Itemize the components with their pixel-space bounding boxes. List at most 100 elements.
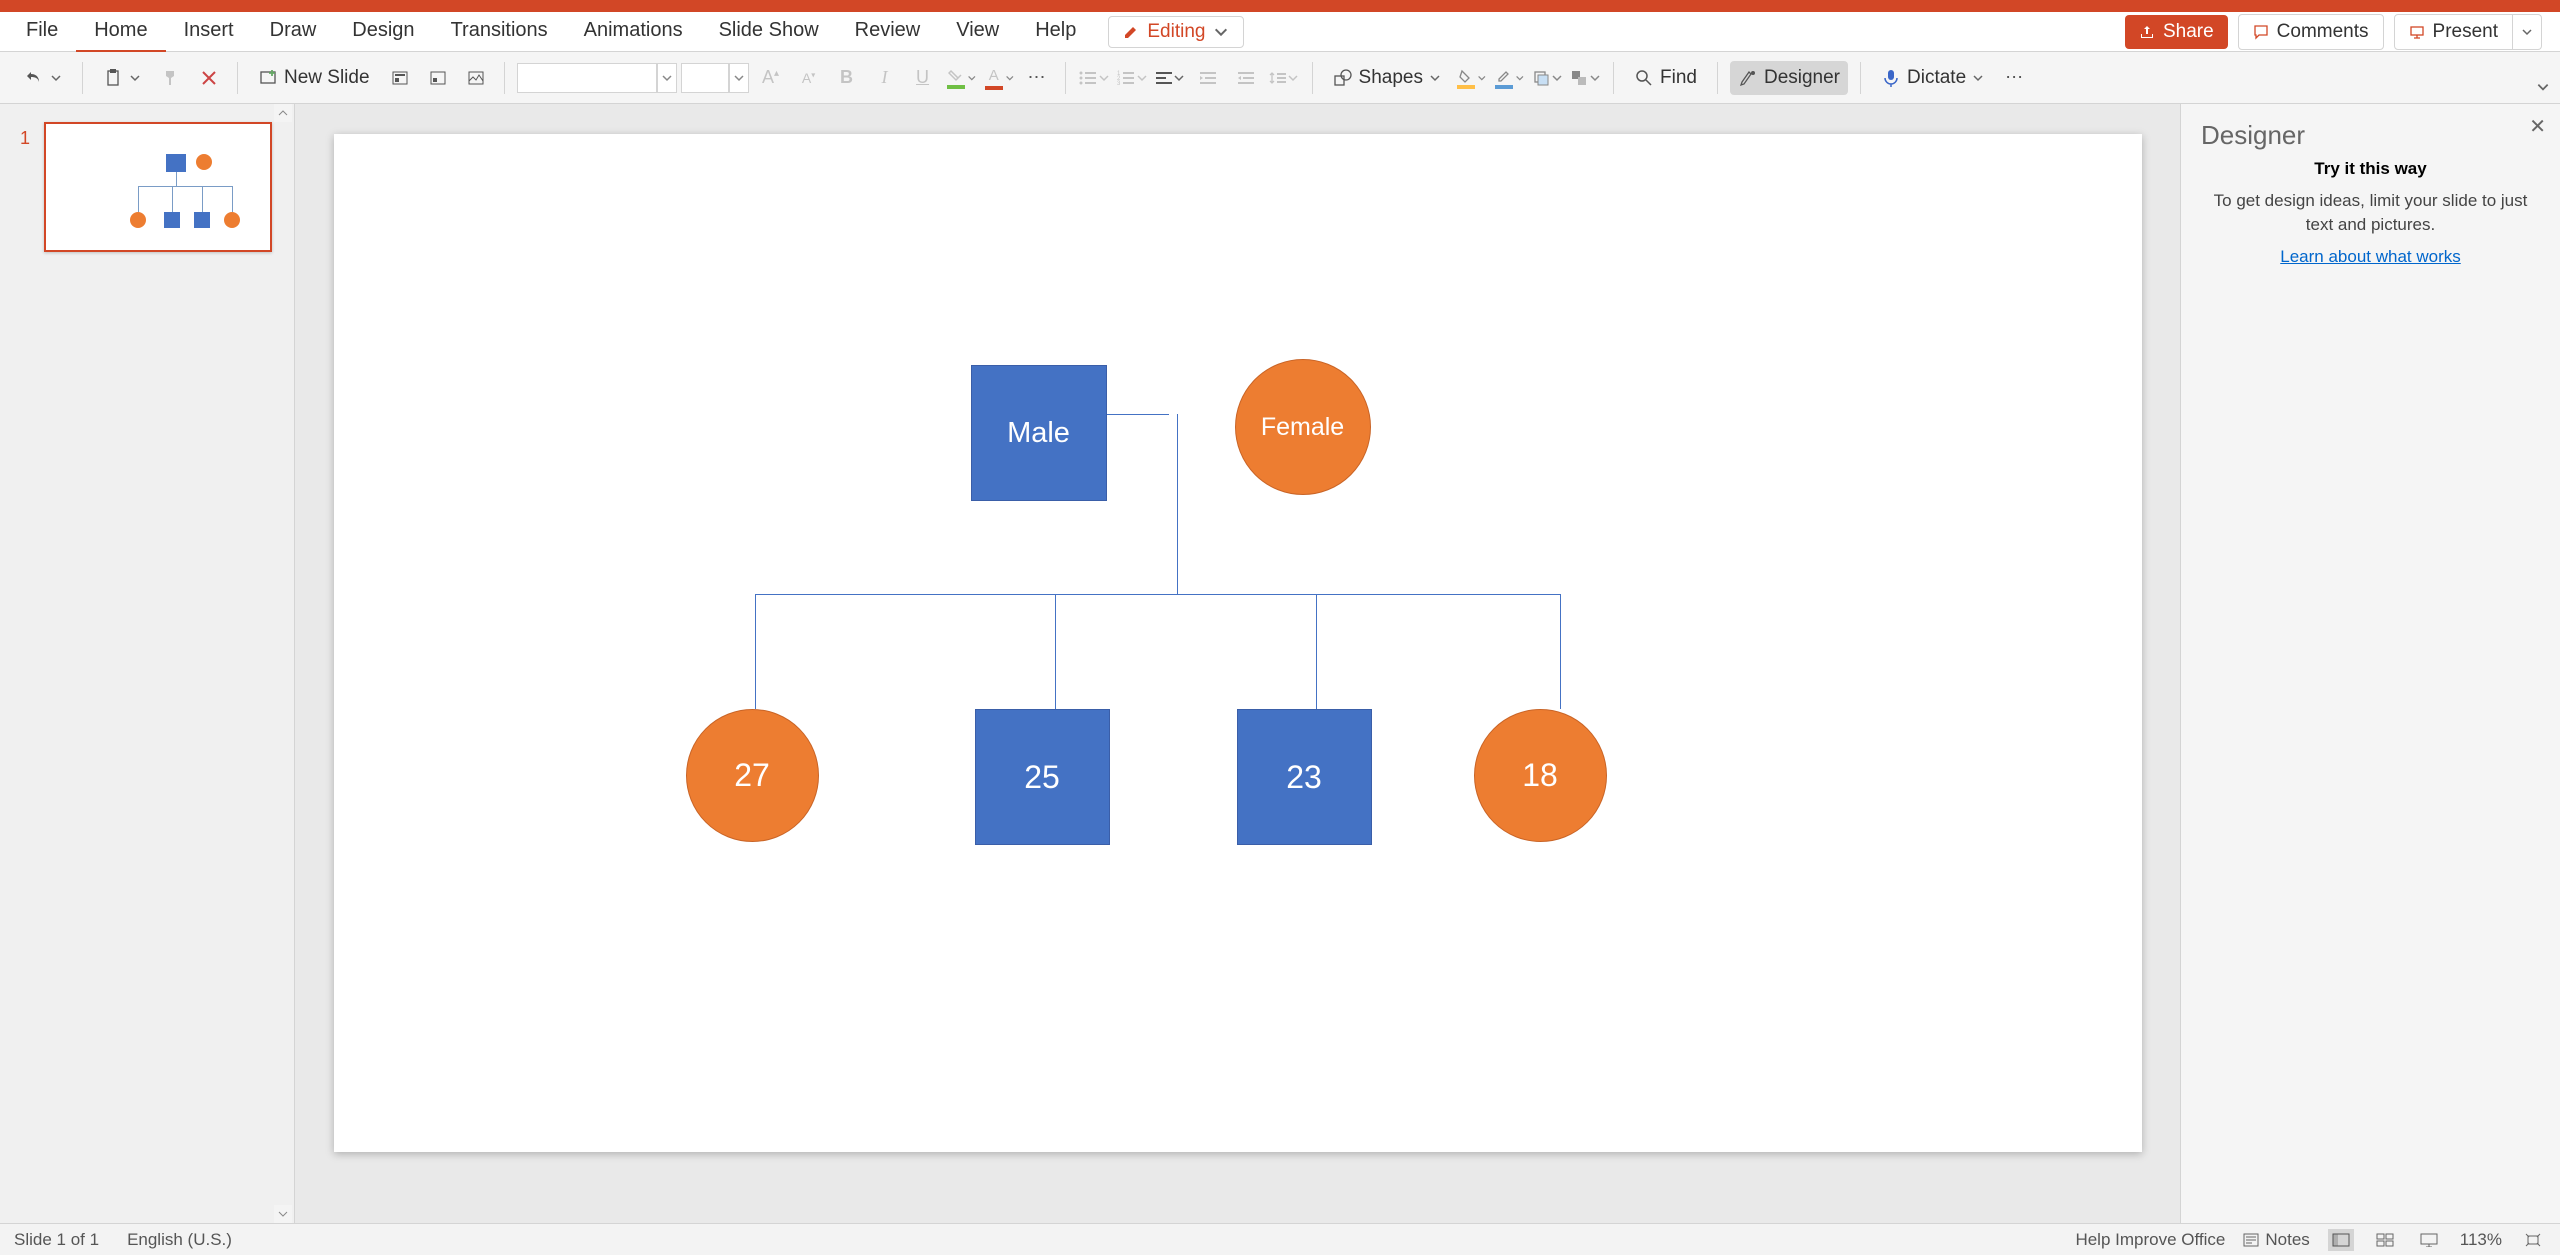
- line-spacing-button[interactable]: [1268, 62, 1300, 94]
- connector[interactable]: [1055, 594, 1056, 709]
- tab-help[interactable]: Help: [1017, 11, 1094, 53]
- chevron-down-icon: [1098, 72, 1110, 84]
- connector[interactable]: [1107, 414, 1169, 415]
- tab-draw[interactable]: Draw: [252, 11, 335, 53]
- shapes-icon: [1333, 68, 1353, 88]
- more-commands-button[interactable]: ⋯: [1998, 62, 2030, 94]
- font-size-dropdown[interactable]: [729, 63, 749, 93]
- delete-button[interactable]: [193, 62, 225, 94]
- tab-home[interactable]: Home: [76, 11, 165, 53]
- find-button[interactable]: Find: [1626, 61, 1705, 95]
- chevron-down-icon: [733, 72, 745, 84]
- decrease-indent-button[interactable]: [1192, 62, 1224, 94]
- status-language[interactable]: English (U.S.): [127, 1230, 232, 1250]
- help-improve-link[interactable]: Help Improve Office: [2075, 1230, 2225, 1250]
- present-dropdown[interactable]: [2513, 14, 2542, 50]
- numbering-button[interactable]: 123: [1116, 62, 1148, 94]
- connector[interactable]: [1177, 414, 1178, 594]
- chevron-down-icon: [1551, 72, 1563, 84]
- designer-close-button[interactable]: ✕: [2529, 114, 2546, 139]
- chevron-down-icon: [1429, 72, 1441, 84]
- tab-slideshow[interactable]: Slide Show: [701, 11, 837, 53]
- shapes-button[interactable]: Shapes: [1325, 61, 1449, 95]
- layout-button[interactable]: [384, 62, 416, 94]
- tab-animations[interactable]: Animations: [566, 11, 701, 53]
- shape-effects-button[interactable]: [1531, 62, 1563, 94]
- font-color-button[interactable]: A: [983, 62, 1015, 94]
- connector[interactable]: [1560, 594, 1561, 709]
- zoom-level[interactable]: 113%: [2460, 1230, 2502, 1250]
- present-button[interactable]: Present: [2394, 14, 2513, 50]
- status-slide-info[interactable]: Slide 1 of 1: [14, 1230, 99, 1250]
- bullets-button[interactable]: [1078, 62, 1110, 94]
- highlight-button[interactable]: [945, 62, 977, 94]
- tab-review[interactable]: Review: [837, 11, 939, 53]
- undo-button[interactable]: [16, 62, 70, 94]
- designer-button[interactable]: Designer: [1730, 61, 1848, 95]
- shape-child-23[interactable]: 23: [1237, 709, 1372, 845]
- paste-button[interactable]: [95, 62, 149, 94]
- connector[interactable]: [755, 594, 756, 709]
- sorter-view-button[interactable]: [2372, 1229, 2398, 1251]
- slide-canvas[interactable]: Male Female 27 25 23 18: [334, 134, 2142, 1152]
- tab-file[interactable]: File: [8, 11, 76, 53]
- editing-mode-button[interactable]: Editing: [1108, 16, 1244, 48]
- connector[interactable]: [755, 594, 1560, 595]
- reset-button[interactable]: [422, 62, 454, 94]
- comments-button[interactable]: Comments: [2238, 14, 2384, 50]
- tab-view[interactable]: View: [938, 11, 1017, 53]
- tab-transitions[interactable]: Transitions: [433, 11, 566, 53]
- section-button[interactable]: [460, 62, 492, 94]
- picture-icon: [466, 68, 486, 88]
- font-name-input[interactable]: [517, 63, 657, 93]
- normal-view-button[interactable]: [2328, 1229, 2354, 1251]
- grid-icon: [2376, 1233, 2394, 1247]
- shape-child-27[interactable]: 27: [686, 709, 819, 842]
- new-slide-button[interactable]: New Slide: [250, 61, 378, 95]
- search-icon: [1634, 68, 1654, 88]
- format-painter-button[interactable]: [155, 62, 187, 94]
- fill-color-swatch: [1457, 85, 1475, 89]
- chevron-down-icon: [1173, 72, 1185, 84]
- shapes-label: Shapes: [1359, 67, 1423, 89]
- tab-insert[interactable]: Insert: [166, 11, 252, 53]
- thumb-scroll-down[interactable]: [274, 1205, 292, 1223]
- shape-outline-button[interactable]: [1493, 62, 1525, 94]
- connector[interactable]: [1316, 594, 1317, 709]
- italic-button[interactable]: I: [869, 62, 901, 94]
- underline-button[interactable]: U: [907, 62, 939, 94]
- undo-icon: [24, 68, 44, 88]
- tab-design[interactable]: Design: [334, 11, 432, 53]
- grow-font-button[interactable]: A▴: [755, 62, 787, 94]
- bold-button[interactable]: B: [831, 62, 863, 94]
- shape-child-25[interactable]: 25: [975, 709, 1110, 845]
- notes-toggle[interactable]: Notes: [2243, 1230, 2309, 1250]
- new-slide-icon: [258, 68, 278, 88]
- increase-indent-button[interactable]: [1230, 62, 1262, 94]
- thumb-scroll-up[interactable]: [274, 104, 292, 122]
- ellipsis-icon: ⋯: [1028, 67, 1046, 88]
- shape-fill-button[interactable]: [1455, 62, 1487, 94]
- more-font-button[interactable]: ⋯: [1021, 62, 1053, 94]
- shape-female-label: Female: [1261, 413, 1344, 442]
- dictate-button[interactable]: Dictate: [1873, 61, 1992, 95]
- shrink-font-button[interactable]: A▾: [793, 62, 825, 94]
- align-button[interactable]: [1154, 62, 1186, 94]
- share-button[interactable]: Share: [2125, 15, 2228, 49]
- slide-thumbnail-1[interactable]: [44, 122, 272, 252]
- slideshow-view-button[interactable]: [2416, 1229, 2442, 1251]
- shape-child-18[interactable]: 18: [1474, 709, 1607, 842]
- font-name-dropdown[interactable]: [657, 63, 677, 93]
- designer-pane-title: Designer: [2201, 120, 2540, 151]
- font-size-input[interactable]: [681, 63, 729, 93]
- fit-to-window-button[interactable]: [2520, 1229, 2546, 1251]
- shape-female[interactable]: Female: [1235, 359, 1371, 495]
- shape-male[interactable]: Male: [971, 365, 1107, 501]
- status-right: Help Improve Office Notes 113%: [2075, 1229, 2546, 1251]
- arrange-button[interactable]: [1569, 62, 1601, 94]
- slideshow-icon: [2420, 1233, 2438, 1247]
- shape-child-27-label: 27: [734, 757, 770, 794]
- designer-learn-link[interactable]: Learn about what works: [2201, 247, 2540, 267]
- collapse-ribbon-button[interactable]: [2536, 80, 2550, 99]
- present-label: Present: [2433, 21, 2498, 43]
